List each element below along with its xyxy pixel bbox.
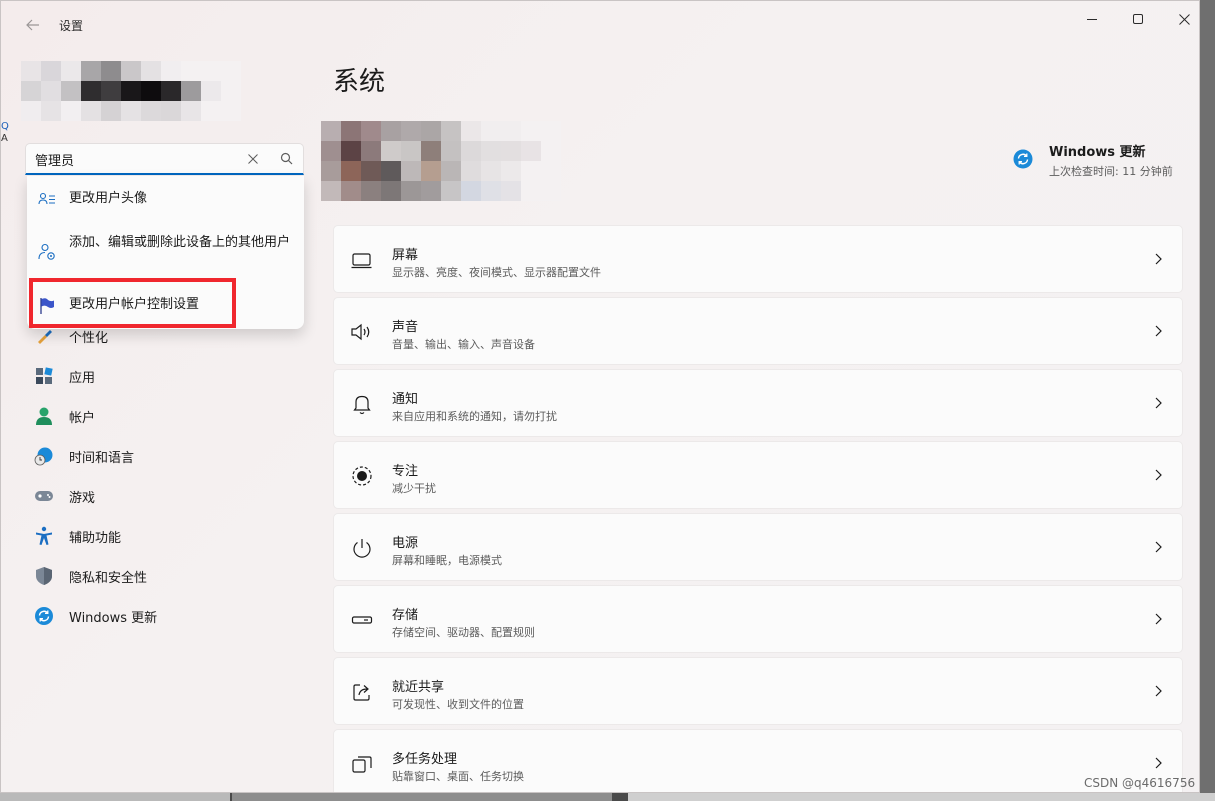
sidebar-item-label: Windows 更新 — [69, 610, 158, 626]
sidebar-item-label: 隐私和安全性 — [69, 570, 148, 586]
sidebar-item-gaming[interactable]: 游戏 — [33, 482, 303, 510]
close-icon — [1178, 13, 1190, 25]
sidebar-item-time-language[interactable]: 时间和语言 — [33, 442, 303, 470]
focus-icon — [352, 466, 372, 486]
user-list-icon — [38, 192, 55, 205]
suggestion-label: 添加、编辑或删除此设备上的其他用户 — [69, 235, 291, 250]
taskbar-edge — [0, 793, 1215, 801]
sidebar-item-label: 时间和语言 — [69, 450, 135, 466]
accessibility-icon — [33, 525, 55, 547]
settings-card-sound[interactable]: 声音 音量、输出、输入、声音设备 — [333, 297, 1183, 365]
chevron-right-icon — [1155, 613, 1162, 625]
maximize-button[interactable] — [1115, 7, 1161, 31]
card-subtitle: 来自应用和系统的通知，请勿打扰 — [392, 410, 557, 423]
share-icon — [353, 684, 370, 701]
clear-icon — [248, 154, 258, 164]
maximize-icon — [1133, 14, 1143, 24]
profile-redacted — [21, 61, 241, 121]
suggestion-label: 更改用户头像 — [69, 191, 148, 206]
chevron-right-icon — [1155, 253, 1162, 265]
sync-icon — [33, 605, 55, 627]
account-icon — [33, 405, 55, 427]
speaker-icon — [351, 323, 370, 341]
bell-icon — [353, 395, 371, 415]
page-title: 系统 — [333, 67, 386, 97]
chevron-right-icon — [1155, 757, 1162, 769]
card-title: 屏幕 — [392, 248, 419, 263]
device-info-redacted — [321, 121, 561, 201]
monitor-icon — [351, 253, 372, 269]
card-subtitle: 可发现性、收到文件的位置 — [392, 698, 524, 711]
gamepad-icon — [33, 485, 55, 507]
card-title: 通知 — [392, 392, 419, 407]
chevron-right-icon — [1155, 541, 1162, 553]
globe-clock-icon — [33, 445, 55, 467]
storage-icon — [351, 616, 373, 624]
settings-card-multitasking[interactable]: 多任务处理 贴靠窗口、桌面、任务切换 — [333, 729, 1183, 792]
card-subtitle: 音量、输出、输入、声音设备 — [392, 338, 535, 351]
card-title: 存储 — [392, 608, 419, 623]
back-arrow-icon — [26, 19, 39, 31]
multitask-icon — [352, 756, 372, 773]
chevron-right-icon — [1155, 397, 1162, 409]
settings-card-nearby-sharing[interactable]: 就近共享 可发现性、收到文件的位置 — [333, 657, 1183, 725]
minimize-icon — [1087, 18, 1097, 20]
apps-icon — [33, 365, 55, 387]
card-subtitle: 减少干扰 — [392, 482, 436, 495]
app-title: 设置 — [59, 19, 84, 33]
settings-card-focus[interactable]: 专注 减少干扰 — [333, 441, 1183, 509]
settings-card-notifications[interactable]: 通知 来自应用和系统的通知，请勿打扰 — [333, 369, 1183, 437]
sidebar-item-privacy[interactable]: 隐私和安全性 — [33, 562, 303, 590]
card-subtitle: 贴靠窗口、桌面、任务切换 — [392, 770, 524, 783]
sidebar-item-accessibility[interactable]: 辅助功能 — [33, 522, 303, 550]
sidebar-item-label: 帐户 — [69, 410, 96, 426]
suggestion-item[interactable]: 添加、编辑或删除此设备上的其他用户 — [27, 234, 304, 274]
minimize-button[interactable] — [1069, 7, 1115, 31]
suggestion-item[interactable]: 更改用户头像 — [27, 188, 304, 210]
card-subtitle: 存储空间、驱动器、配置规则 — [392, 626, 535, 639]
sidebar-item-label: 游戏 — [69, 490, 96, 506]
card-subtitle: 显示器、亮度、夜间模式、显示器配置文件 — [392, 266, 601, 279]
annotation-highlight — [29, 278, 236, 328]
settings-card-storage[interactable]: 存储 存储空间、驱动器、配置规则 — [333, 585, 1183, 653]
sidebar-item-label: 辅助功能 — [69, 530, 122, 546]
sidebar-item-label: 个性化 — [69, 330, 109, 346]
card-title: 多任务处理 — [392, 752, 458, 767]
watermark: CSDN @q4616756 — [1084, 776, 1196, 790]
back-button[interactable] — [21, 13, 45, 37]
chevron-right-icon — [1155, 325, 1162, 337]
left-edge-fragment: QA — [1, 121, 9, 144]
sidebar-item-accounts[interactable]: 帐户 — [33, 402, 303, 430]
windows-update-icon — [1013, 149, 1033, 169]
search-button[interactable] — [277, 149, 297, 169]
sidebar-item-label: 应用 — [69, 370, 96, 386]
card-title: 专注 — [392, 464, 419, 479]
settings-card-power[interactable]: 电源 屏幕和睡眠，电源模式 — [333, 513, 1183, 581]
windows-update-title[interactable]: Windows 更新 — [1049, 141, 1146, 160]
search-icon — [280, 152, 293, 165]
shield-icon — [33, 565, 55, 587]
sidebar-item-apps[interactable]: 应用 — [33, 362, 303, 390]
windows-update-status: 上次检查时间: 11 分钟前 — [1049, 165, 1173, 178]
card-title: 电源 — [392, 536, 419, 551]
chevron-right-icon — [1155, 685, 1162, 697]
search-clear-button[interactable] — [243, 149, 263, 169]
search-input[interactable] — [35, 148, 235, 170]
settings-window: 设置 QA 个性化 — [0, 0, 1200, 793]
search-box[interactable] — [25, 143, 304, 175]
chevron-right-icon — [1155, 469, 1162, 481]
card-title: 声音 — [392, 320, 419, 335]
power-icon — [353, 539, 371, 558]
settings-card-display[interactable]: 屏幕 显示器、亮度、夜间模式、显示器配置文件 — [333, 225, 1183, 293]
sidebar-item-windows-update[interactable]: Windows 更新 — [33, 602, 303, 630]
user-settings-icon — [38, 243, 55, 260]
card-subtitle: 屏幕和睡眠，电源模式 — [392, 554, 502, 567]
card-title: 就近共享 — [392, 680, 445, 695]
close-button[interactable] — [1161, 7, 1199, 31]
title-bar: 设置 — [1, 1, 1199, 49]
